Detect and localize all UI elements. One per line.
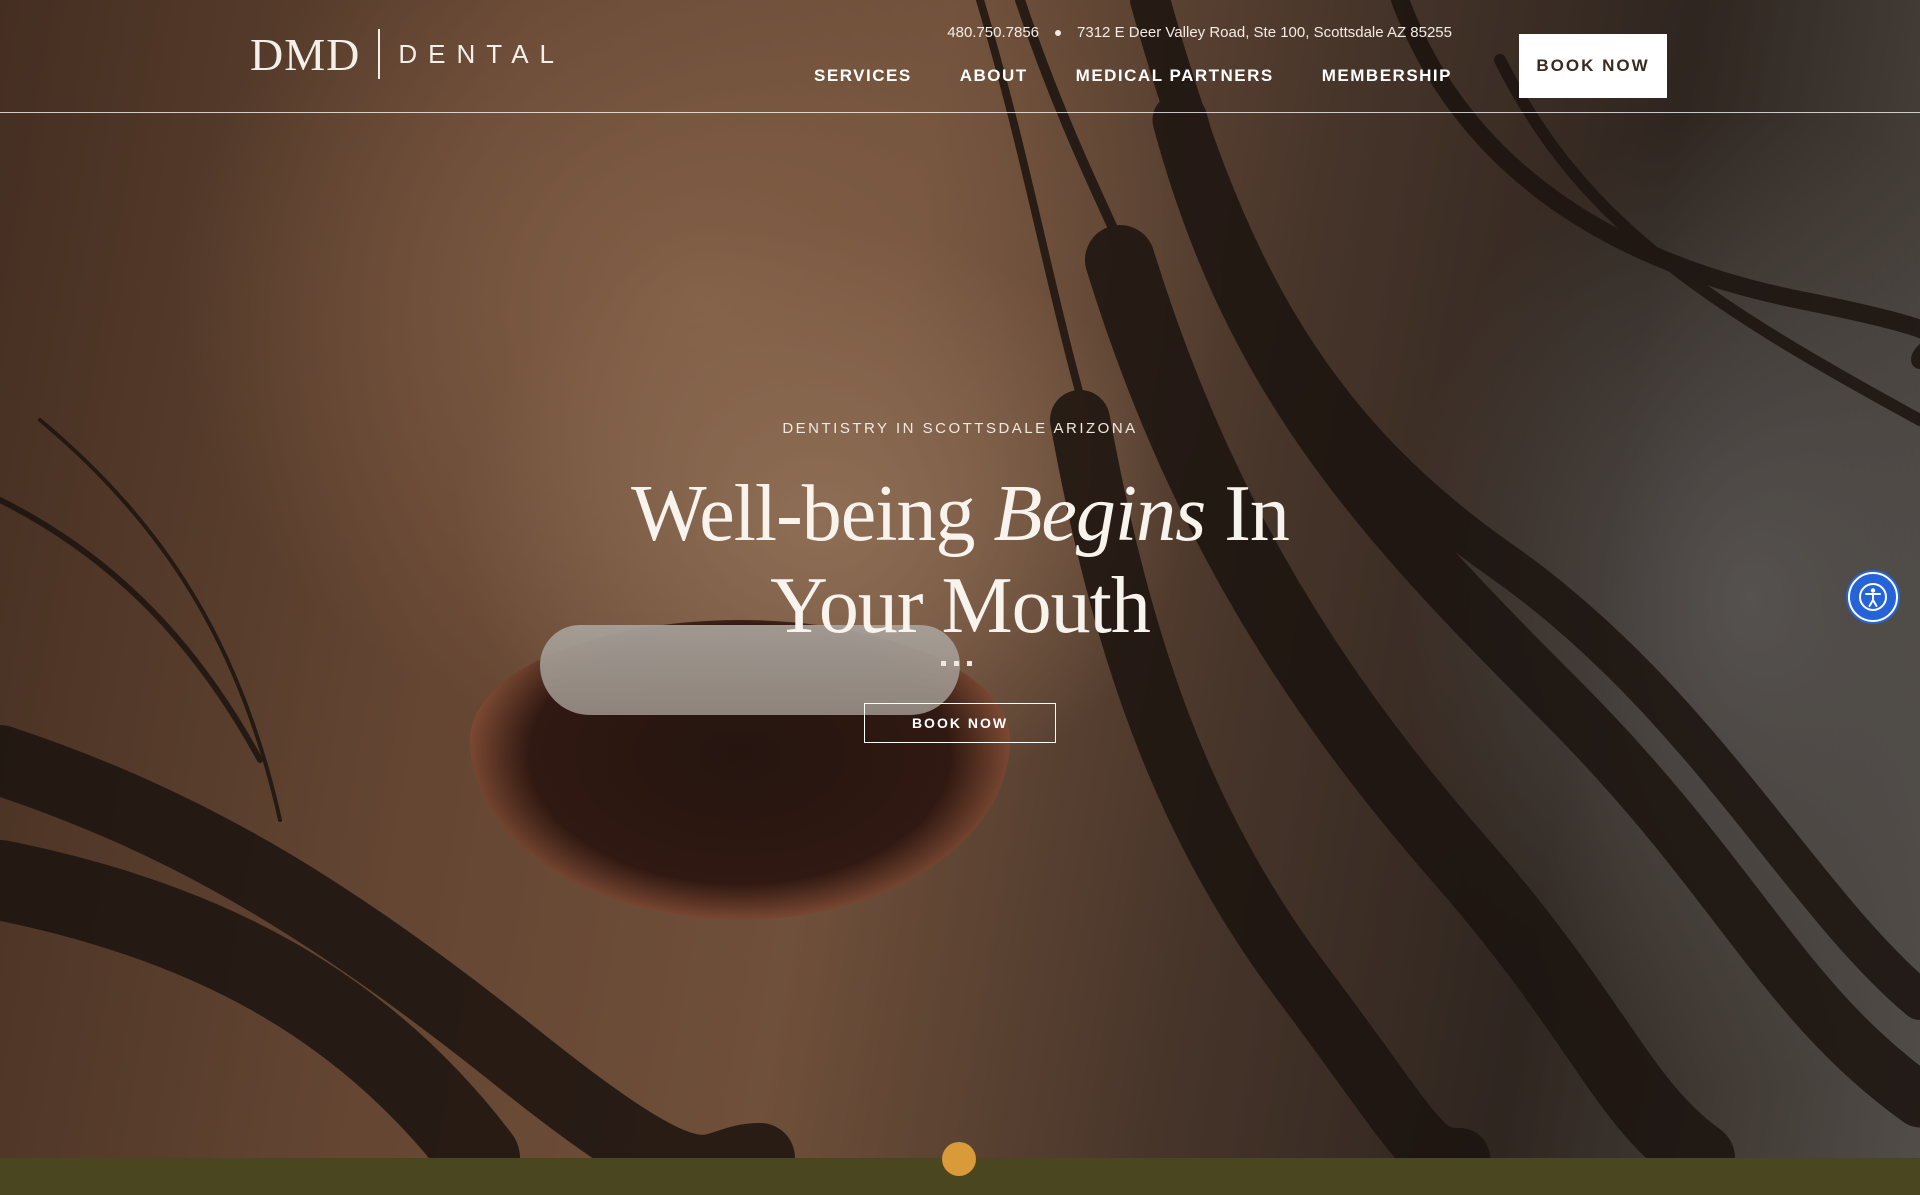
contact-separator [1055,29,1062,36]
headline-part-1: Well-being [631,470,994,558]
headline-part-2: In [1205,470,1290,558]
hero-headline: Well-being Begins In Your Mouth [0,468,1920,652]
site-header: DMD DENTAL 480.750.7856 7312 E Deer Vall… [0,0,1920,113]
hero-divider-dots [941,661,972,666]
hero-book-now-button[interactable]: BOOK NOW [864,703,1056,743]
divider-dot [954,661,959,666]
header-book-now-button[interactable]: BOOK NOW [1519,34,1667,98]
logo-divider [378,29,381,79]
accessibility-icon [1859,583,1887,611]
contact-bar: 480.750.7856 7312 E Deer Valley Road, St… [947,24,1452,41]
divider-dot [941,661,946,666]
nav-medical-partners[interactable]: MEDICAL PARTNERS [1076,66,1274,86]
logo-dmd: DMD [250,28,361,80]
headline-emphasis: Begins [993,470,1207,558]
site-logo[interactable]: DMD DENTAL [250,26,565,82]
divider-dot [967,661,972,666]
logo-dental: DENTAL [398,38,565,69]
main-nav: SERVICES ABOUT MEDICAL PARTNERS MEMBERSH… [814,66,1452,86]
nav-about[interactable]: ABOUT [960,66,1028,86]
accessibility-button[interactable] [1848,572,1898,622]
nav-membership[interactable]: MEMBERSHIP [1322,66,1452,86]
hero-eyebrow: DENTISTRY IN SCOTTSDALE ARIZONA [782,420,1138,437]
address-link[interactable]: 7312 E Deer Valley Road, Ste 100, Scotts… [1077,24,1452,41]
phone-link[interactable]: 480.750.7856 [947,24,1039,41]
scroll-indicator[interactable] [942,1142,976,1176]
headline-line-2: Your Mouth [770,562,1151,650]
nav-services[interactable]: SERVICES [814,66,912,86]
